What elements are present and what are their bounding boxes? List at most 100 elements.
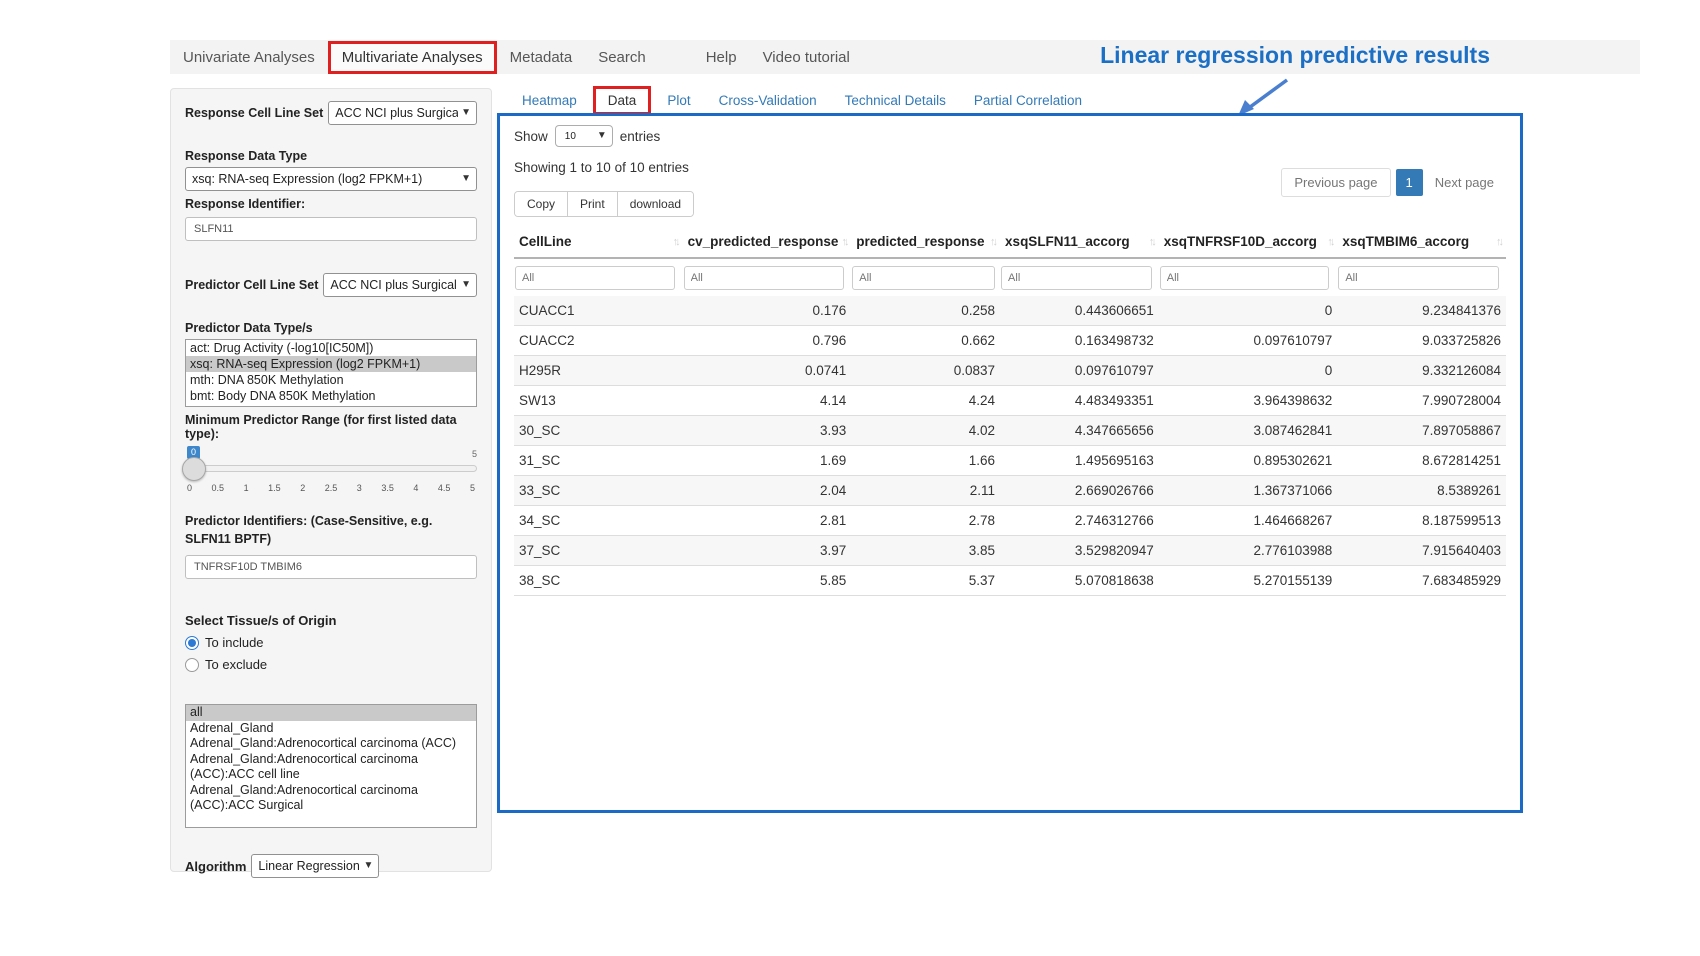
tab-data[interactable]: Data — [593, 86, 652, 115]
value-cell: 3.087462841 — [1159, 416, 1338, 446]
column-filter-input-cv-predicted-response[interactable] — [684, 266, 844, 290]
value-cell: 0.895302621 — [1159, 446, 1338, 476]
nav-items: Univariate AnalysesMultivariate Analyses… — [170, 40, 863, 74]
column-filter-input-xsqtnfrsf10d-accorg[interactable] — [1160, 266, 1329, 290]
value-cell: 3.529820947 — [1000, 536, 1159, 566]
column-header-content: cv_predicted_response↑↓ — [688, 234, 847, 249]
table-row: 38_SC5.855.375.0708186385.2701551397.683… — [514, 566, 1506, 596]
slider-tick-label: 0 — [187, 483, 192, 493]
min-range-slider[interactable]: 0 5 00.511.522.533.544.55 — [185, 446, 477, 500]
data-type-option-xsq[interactable]: xsq: RNA-seq Expression (log2 FPKM+1) — [186, 356, 476, 372]
column-filter-input-xsqtmbim6-accorg[interactable] — [1338, 266, 1498, 290]
nav-item-search[interactable]: Search — [585, 43, 659, 72]
copy-button[interactable]: Copy — [515, 192, 568, 216]
sort-arrows-icon[interactable]: ↑↓ — [1149, 236, 1154, 248]
nav-item-video-tutorial[interactable]: Video tutorial — [750, 43, 863, 72]
tissue-option[interactable]: Adrenal_Gland — [186, 721, 476, 737]
filter-cell-xsqslfn11-accorg — [1000, 258, 1159, 296]
column-header-cv-predicted-response[interactable]: cv_predicted_response↑↓ — [683, 226, 852, 258]
column-header-predicted-response[interactable]: predicted_response↑↓ — [851, 226, 1000, 258]
tab-cross-validation[interactable]: Cross-Validation — [705, 88, 831, 113]
column-header-content: predicted_response↑↓ — [856, 234, 995, 249]
value-cell: 1.367371066 — [1159, 476, 1338, 506]
table-header-row: CellLine↑↓cv_predicted_response↑↓predict… — [514, 226, 1506, 258]
cell-line-cell: 37_SC — [514, 536, 683, 566]
value-cell: 5.070818638 — [1000, 566, 1159, 596]
slider-tick-label: 1 — [244, 483, 249, 493]
response-identifier-input[interactable] — [185, 217, 477, 241]
tab-plot[interactable]: Plot — [653, 88, 704, 113]
value-cell: 3.964398632 — [1159, 386, 1338, 416]
top-navbar: Univariate AnalysesMultivariate Analyses… — [170, 40, 1640, 74]
column-header-xsqtmbim6-accorg[interactable]: xsqTMBIM6_accorg↑↓ — [1337, 226, 1506, 258]
tissue-radio-to-include[interactable]: To include — [185, 635, 477, 650]
nav-item-univariate-analyses[interactable]: Univariate Analyses — [170, 43, 328, 72]
radio-icon[interactable] — [185, 658, 199, 672]
value-cell: 7.990728004 — [1337, 386, 1506, 416]
tab-technical-details[interactable]: Technical Details — [831, 88, 960, 113]
tissue-option[interactable]: Adrenal_Gland:Adrenocortical carcinoma (… — [186, 752, 476, 783]
column-header-label: CellLine — [519, 234, 572, 249]
slider-tick-label: 0.5 — [212, 483, 225, 493]
data-type-option-mth[interactable]: mth: DNA 850K Methylation — [186, 372, 476, 388]
sort-arrows-icon[interactable]: ↑↓ — [673, 236, 678, 248]
min-predictor-range-label: Minimum Predictor Range (for first liste… — [185, 413, 477, 441]
response-data-type-select[interactable]: xsq: RNA-seq Expression (log2 FPKM+1) — [185, 167, 477, 191]
sort-arrows-icon[interactable]: ↑↓ — [841, 236, 846, 248]
column-filter-input-cellline[interactable] — [515, 266, 675, 290]
predictor-identifiers-input[interactable] — [185, 555, 477, 579]
predictor-cell-line-set-select[interactable]: ACC NCI plus Surgical — [323, 273, 477, 297]
value-cell: 4.02 — [851, 416, 1000, 446]
response-cell-line-set-row: Response Cell Line Set ACC NCI plus Surg… — [185, 101, 477, 125]
cell-line-cell: 33_SC — [514, 476, 683, 506]
print-button[interactable]: Print — [568, 192, 618, 216]
sort-arrows-icon[interactable]: ↑↓ — [1327, 236, 1332, 248]
tissue-radio-label: To exclude — [205, 657, 267, 672]
value-cell: 7.683485929 — [1337, 566, 1506, 596]
response-cell-line-set-label: Response Cell Line Set — [185, 106, 323, 120]
column-filter-input-xsqslfn11-accorg[interactable] — [1001, 266, 1152, 290]
value-cell: 0.662 — [851, 326, 1000, 356]
value-cell: 1.69 — [683, 446, 852, 476]
predictor-cell-line-set-label: Predictor Cell Line Set — [185, 278, 318, 292]
nav-item-multivariate-analyses[interactable]: Multivariate Analyses — [328, 41, 497, 74]
nav-item-help[interactable]: Help — [693, 43, 750, 72]
slider-track[interactable] — [185, 465, 477, 472]
value-cell: 1.464668267 — [1159, 506, 1338, 536]
column-header-content: xsqSLFN11_accorg↑↓ — [1005, 234, 1154, 249]
tissue-option[interactable]: Adrenal_Gland:Adrenocortical carcinoma (… — [186, 736, 476, 752]
sort-arrows-icon[interactable]: ↑↓ — [990, 236, 995, 248]
tab-heatmap[interactable]: Heatmap — [508, 88, 591, 113]
nav-item-metadata[interactable]: Metadata — [497, 43, 586, 72]
previous-page-button[interactable]: Previous page — [1281, 168, 1390, 197]
tab-partial-correlation[interactable]: Partial Correlation — [960, 88, 1096, 113]
column-header-xsqtnfrsf10d-accorg[interactable]: xsqTNFRSF10D_accorg↑↓ — [1159, 226, 1338, 258]
download-button[interactable]: download — [618, 192, 693, 216]
radio-icon[interactable] — [185, 636, 199, 650]
slider-tick-label: 3.5 — [381, 483, 394, 493]
slider-max-label: 5 — [472, 449, 477, 459]
algorithm-select[interactable]: Linear Regression — [251, 854, 379, 878]
table-row: 34_SC2.812.782.7463127661.4646682678.187… — [514, 506, 1506, 536]
response-cell-line-set-select[interactable]: ACC NCI plus Surgical — [328, 101, 477, 125]
slider-tick-label: 4.5 — [438, 483, 451, 493]
next-page-button[interactable]: Next page — [1425, 169, 1504, 196]
value-cell: 2.11 — [851, 476, 1000, 506]
column-header-xsqslfn11-accorg[interactable]: xsqSLFN11_accorg↑↓ — [1000, 226, 1159, 258]
show-label: Show — [514, 129, 548, 144]
tissue-section-label: Select Tissue/s of Origin — [185, 613, 477, 628]
tissue-radio-to-exclude[interactable]: To exclude — [185, 657, 477, 672]
sort-arrows-icon[interactable]: ↑↓ — [1496, 236, 1501, 248]
tissue-option[interactable]: Adrenal_Gland:Adrenocortical carcinoma (… — [186, 783, 476, 814]
data-type-option-bmt[interactable]: bmt: Body DNA 850K Methylation — [186, 388, 476, 404]
value-cell: 0.176 — [683, 296, 852, 326]
cell-line-cell: 34_SC — [514, 506, 683, 536]
column-header-cellline[interactable]: CellLine ↑↓ — [514, 226, 683, 258]
tissue-option[interactable]: all — [186, 705, 476, 721]
slider-tick-label: 3 — [357, 483, 362, 493]
slider-handle[interactable] — [182, 457, 206, 481]
page-number-button[interactable]: 1 — [1396, 169, 1423, 196]
column-filter-input-predicted-response[interactable] — [852, 266, 995, 290]
data-type-option-act[interactable]: act: Drug Activity (-log10[IC50M]) — [186, 340, 476, 356]
show-entries-select[interactable]: 10 — [555, 125, 613, 147]
